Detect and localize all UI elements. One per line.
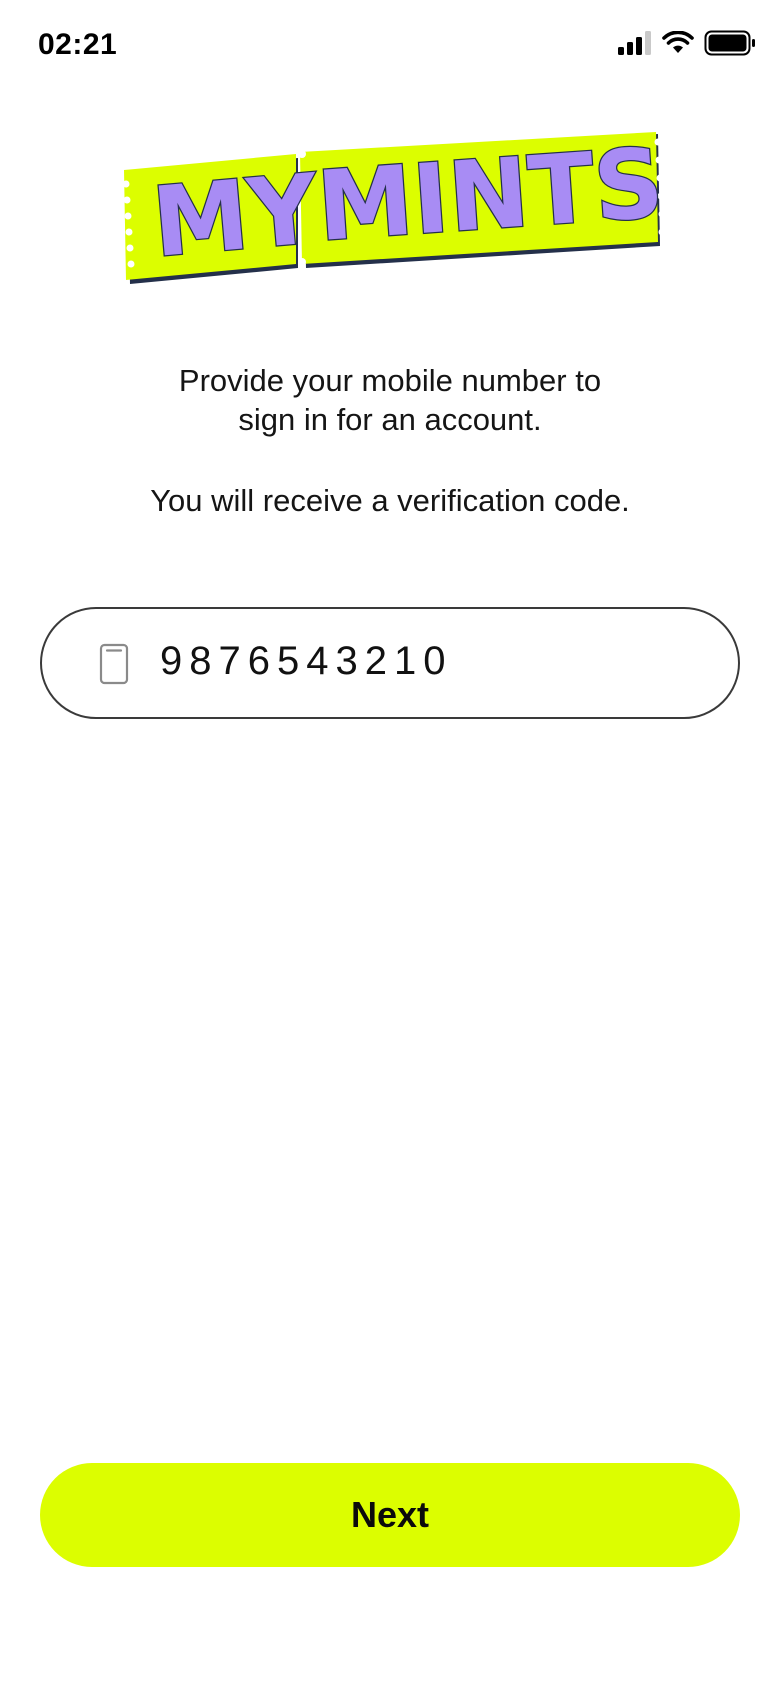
instruction-line-2: sign in for an account. (238, 402, 542, 437)
sign-in-screen: 02:21 MY MINTS Provide your mobile numbe… (0, 0, 780, 1688)
mobile-number-input[interactable]: 9876543210 (160, 639, 452, 684)
verification-note: You will receive a verification code. (150, 483, 630, 518)
status-bar: 02:21 (0, 0, 780, 96)
mobile-phone-icon (99, 643, 129, 685)
cellular-signal-icon (618, 31, 651, 55)
logo-word-my: MY (148, 153, 324, 279)
my-mints-logo: MY MINTS (124, 132, 662, 284)
next-button[interactable]: Next (40, 1463, 740, 1567)
wifi-icon (662, 31, 694, 53)
instruction-line-1: Provide your mobile number to (178, 363, 602, 398)
battery-icon (704, 30, 755, 56)
status-time: 02:21 (38, 28, 118, 61)
mobile-number-field[interactable]: 9876543210 (40, 607, 740, 719)
status-icons (618, 30, 756, 56)
